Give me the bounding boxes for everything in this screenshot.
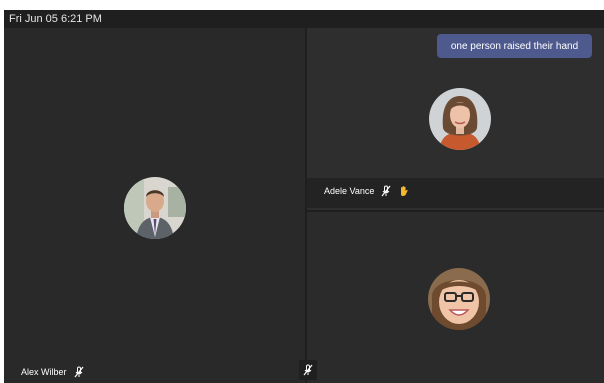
meeting-window: Fri Jun 05 6:21 PM one person raised the… [4,10,604,383]
participant-label-adele: Adele Vance [324,185,410,197]
avatar-alex [124,177,186,239]
raised-hand-notification[interactable]: one person raised their hand [437,34,592,58]
mic-off-icon [380,185,392,197]
participant-label-alex: Alex Wilber [21,366,85,378]
mic-off-icon [73,366,85,378]
raised-hand-icon [398,185,410,197]
tile-divider [307,210,604,212]
mic-off-icon [302,364,314,376]
status-bar: Fri Jun 05 6:21 PM [4,10,604,28]
participant-name: Alex Wilber [21,367,67,377]
participant-name: Adele Vance [324,186,375,196]
clock-text: Fri Jun 05 6:21 PM [9,13,102,25]
avatar-participant [428,268,490,330]
avatar-adele [429,88,491,150]
mute-button[interactable] [299,360,317,380]
